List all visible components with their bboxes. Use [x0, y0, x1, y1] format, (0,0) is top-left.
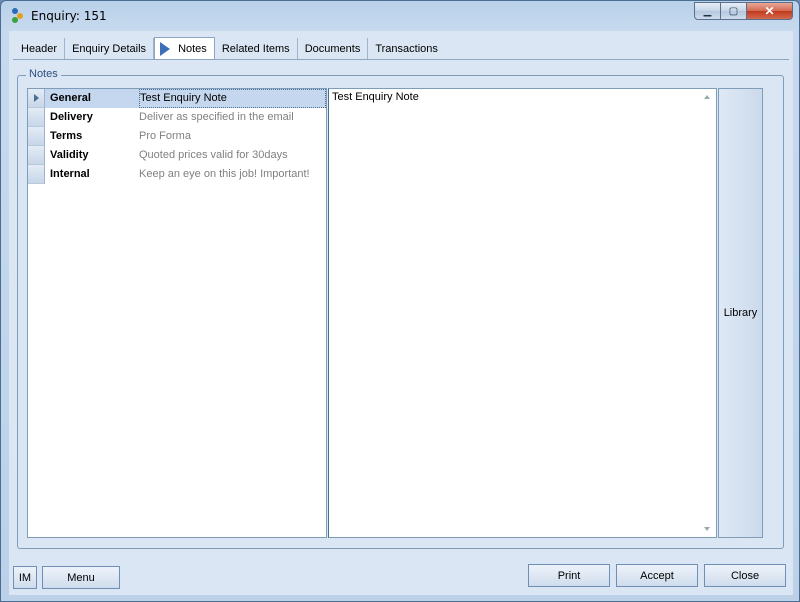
- active-tab-arrow-icon: [160, 41, 171, 56]
- note-text-editor[interactable]: Test Enquiry Note: [328, 88, 717, 538]
- close-window-button[interactable]: ✕: [747, 2, 793, 20]
- notes-tab-page: Notes General Test Enquiry Note Delivery…: [13, 59, 789, 553]
- tab-documents[interactable]: Documents: [298, 38, 369, 59]
- bottom-bar: IM Menu Print Accept Close: [9, 561, 793, 595]
- tab-transactions[interactable]: Transactions: [368, 38, 445, 59]
- note-value-cell[interactable]: Test Enquiry Note: [139, 89, 326, 108]
- note-value-cell[interactable]: Keep an eye on this job! Important!: [139, 165, 326, 184]
- client-area: Header Enquiry Details Notes Related Ite…: [9, 31, 793, 595]
- editor-scrollbar[interactable]: [699, 89, 716, 537]
- scroll-up-icon[interactable]: [704, 95, 710, 99]
- scroll-down-icon[interactable]: [704, 527, 710, 531]
- tab-related-items[interactable]: Related Items: [215, 38, 298, 59]
- note-editor-text[interactable]: Test Enquiry Note: [332, 91, 419, 103]
- table-row[interactable]: General Test Enquiry Note: [28, 89, 326, 108]
- tab-header[interactable]: Header: [14, 38, 66, 59]
- maximize-button[interactable]: ▢: [721, 2, 747, 20]
- row-header[interactable]: [28, 89, 45, 108]
- tab-enquiry-details[interactable]: Enquiry Details: [65, 38, 155, 59]
- row-header[interactable]: [28, 127, 45, 146]
- window-title: Enquiry: 151: [31, 9, 107, 23]
- notes-groupbox: Notes General Test Enquiry Note Delivery…: [17, 68, 784, 549]
- enquiry-window: Enquiry: 151 ▁ ▢ ✕ Header Enquiry Detail…: [0, 0, 800, 602]
- im-button[interactable]: IM: [13, 566, 37, 589]
- note-name-cell[interactable]: Validity: [45, 146, 139, 165]
- print-button[interactable]: Print: [528, 564, 610, 587]
- notes-group-label: Notes: [26, 68, 61, 80]
- minimize-button[interactable]: ▁: [694, 2, 721, 20]
- note-name-cell[interactable]: Internal: [45, 165, 139, 184]
- accept-button[interactable]: Accept: [616, 564, 698, 587]
- row-header[interactable]: [28, 108, 45, 127]
- title-bar[interactable]: Enquiry: 151 ▁ ▢ ✕: [1, 1, 799, 30]
- tab-notes-label: Notes: [178, 42, 207, 55]
- note-value-cell[interactable]: Deliver as specified in the email: [139, 108, 326, 127]
- note-name-cell[interactable]: Terms: [45, 127, 139, 146]
- table-row[interactable]: Validity Quoted prices valid for 30days: [28, 146, 326, 165]
- close-button[interactable]: Close: [704, 564, 786, 587]
- row-header[interactable]: [28, 146, 45, 165]
- menu-button[interactable]: Menu: [42, 566, 120, 589]
- tab-strip: Header Enquiry Details Notes Related Ite…: [14, 37, 445, 59]
- note-value-cell[interactable]: Pro Forma: [139, 127, 326, 146]
- row-header[interactable]: [28, 165, 45, 184]
- note-value-cell[interactable]: Quoted prices valid for 30days: [139, 146, 326, 165]
- note-name-cell[interactable]: Delivery: [45, 108, 139, 127]
- note-name-cell[interactable]: General: [45, 89, 139, 108]
- current-row-arrow-icon: [33, 94, 39, 102]
- table-row[interactable]: Terms Pro Forma: [28, 127, 326, 146]
- tab-notes[interactable]: Notes: [154, 37, 215, 59]
- table-row[interactable]: Delivery Deliver as specified in the ema…: [28, 108, 326, 127]
- app-icon: [12, 8, 23, 23]
- table-row[interactable]: Internal Keep an eye on this job! Import…: [28, 165, 326, 184]
- library-button[interactable]: Library: [718, 88, 763, 538]
- notes-grid: General Test Enquiry Note Delivery Deliv…: [27, 88, 327, 538]
